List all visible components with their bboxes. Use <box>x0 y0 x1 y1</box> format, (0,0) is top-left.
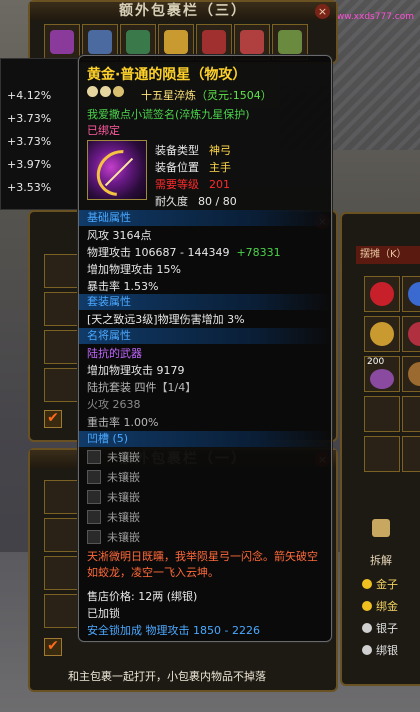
silver-coin-icon <box>362 623 372 633</box>
socket-slot: 未镶嵌 <box>87 469 140 485</box>
stat-bonus: +3.97% <box>7 158 52 171</box>
add-phys-attack: 增加物理攻击 15% <box>87 263 181 276</box>
item-tooltip: 黄金·普通的陨星（物攻） 十五星淬炼（灵元:1504） 我爱撒点小谎签名(淬炼九… <box>78 55 332 642</box>
stat-bonus: +3.53% <box>7 181 52 194</box>
crit-rate: 暴击率 1.53% <box>87 280 159 293</box>
bag-slot[interactable] <box>44 594 78 628</box>
stall-button[interactable]: 摆摊（K） <box>356 246 420 264</box>
equip-type: 装备类型 神弓 <box>155 144 231 157</box>
set-name: 陆抗套装 四件【1/4】 <box>87 381 197 394</box>
coin-silver: 银子 <box>362 620 398 636</box>
add-phys-attack-2: 增加物理攻击 9179 <box>87 364 185 377</box>
required-level: 需要等级 201 <box>155 178 230 191</box>
safe-lock-bonus: 安全锁加成 物理攻击 1850 - 2226 <box>87 624 260 637</box>
stall-slot[interactable] <box>364 396 400 432</box>
stall-slot[interactable] <box>402 436 420 472</box>
empty-socket-icon <box>87 510 101 524</box>
bag-slot[interactable] <box>44 556 78 590</box>
empty-socket-icon <box>87 490 101 504</box>
bound-status: 已绑定 <box>87 124 120 137</box>
refine-level: 十五星淬炼（灵元:1504） <box>141 89 272 102</box>
stall-slot[interactable] <box>402 396 420 432</box>
moon-icon <box>113 86 124 97</box>
stall-slot[interactable] <box>364 276 400 312</box>
heavy-hit: 重击率 1.00% <box>87 416 159 429</box>
equip-position: 装备位置 主手 <box>155 161 231 174</box>
bag-title: 额外包裹栏（三） <box>30 2 336 20</box>
stall-slot[interactable] <box>402 356 420 392</box>
set-bonus: [天之致远3级]物理伤害增加 3% <box>87 313 245 326</box>
close-icon[interactable]: × <box>315 4 330 19</box>
coin-bound-silver: 绑银 <box>362 642 398 658</box>
socket-slot: 未镶嵌 <box>87 529 140 545</box>
phys-attack: 物理攻击 106687 - 144349 +78331 <box>87 246 281 259</box>
bag-hint-text: 和主包裹一起打开，小包裹内物品不掉落 <box>68 670 266 683</box>
stall-slot[interactable] <box>364 316 400 352</box>
bag-slot[interactable] <box>44 292 78 326</box>
durability: 耐久度 80 / 80 <box>155 195 237 208</box>
item-name: 黄金·普通的陨星（物攻） <box>87 67 247 83</box>
silver-coin-icon <box>362 645 372 655</box>
basic-attr-header: 基础属性 <box>79 210 331 226</box>
stat-bonus: +3.73% <box>7 135 52 148</box>
gold-coin-icon <box>362 601 372 611</box>
socket-slot: 未镶嵌 <box>87 489 140 505</box>
keep-items-checkbox[interactable]: ✔ <box>44 638 62 656</box>
socket-header: 凹槽 (5) <box>79 431 331 447</box>
socket-slot: 未镶嵌 <box>87 509 140 525</box>
stall-slot[interactable] <box>402 316 420 352</box>
sell-price: 售店价格: 12两 (绑银) <box>87 590 198 603</box>
stall-slot[interactable]: 200 <box>364 356 400 392</box>
bag-slot[interactable] <box>44 480 78 514</box>
wind-attack: 风攻 3164点 <box>87 229 152 242</box>
lock-status: 已加锁 <box>87 607 120 620</box>
fire-attack: 火攻 2638 <box>87 398 141 411</box>
stall-grid: 200 <box>364 276 420 472</box>
bag-slot[interactable] <box>44 254 78 288</box>
bag-slot[interactable] <box>44 24 80 60</box>
set-attr-header: 套装属性 <box>79 294 331 310</box>
stack-count: 200 <box>367 357 385 367</box>
split-hammer-icon[interactable] <box>372 519 390 537</box>
empty-socket-icon <box>87 530 101 544</box>
bag-slot[interactable] <box>44 330 78 364</box>
coin-gold: 金子 <box>362 576 398 592</box>
bow-icon <box>87 140 153 206</box>
general-weapon: 陆抗的武器 <box>87 347 142 360</box>
socket-slot: 未镶嵌 <box>87 449 140 465</box>
stat-bonus-panel: +4.12% +3.73% +3.73% +3.97% +3.53% <box>0 58 80 210</box>
stall-slot[interactable] <box>402 276 420 312</box>
smile-icon <box>100 86 111 97</box>
split-button[interactable]: 拆解 <box>370 552 392 568</box>
gold-coin-icon <box>362 579 372 589</box>
empty-socket-icon <box>87 470 101 484</box>
engrave-text: 我爱撒点小谎签名(淬炼九星保护) <box>87 108 250 121</box>
stall-panel: 摆摊（K） 200 拆解 金子 绑金 银子 绑银 <box>340 212 420 686</box>
bag-slot[interactable] <box>44 518 78 552</box>
general-attr-header: 名将属性 <box>79 328 331 344</box>
quality-icons <box>87 86 124 97</box>
stall-slot[interactable] <box>364 436 400 472</box>
smile-icon <box>87 86 98 97</box>
keep-items-checkbox[interactable]: ✔ <box>44 410 62 428</box>
bag-slot[interactable] <box>44 368 78 402</box>
coin-bound-gold: 绑金 <box>362 598 398 614</box>
stat-bonus: +3.73% <box>7 112 52 125</box>
flavor-text: 天淅微明日既曛，我举陨星弓一闪念。箭矢破空如蛟龙，凌空一飞入云坤。 <box>87 550 318 579</box>
stat-bonus: +4.12% <box>7 89 52 102</box>
empty-socket-icon <box>87 450 101 464</box>
